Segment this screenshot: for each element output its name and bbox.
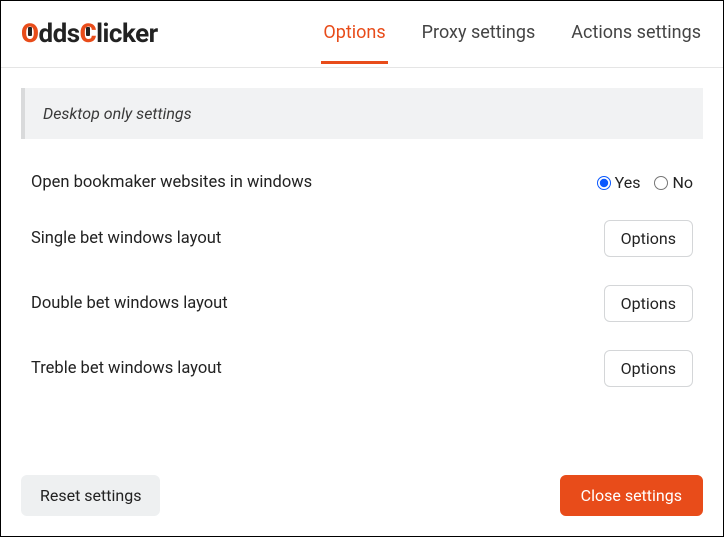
row-single-bet-layout: Single bet windows layout Options bbox=[21, 206, 703, 271]
close-settings-button[interactable]: Close settings bbox=[560, 475, 703, 516]
tab-bar: Options Proxy settings Actions settings bbox=[321, 22, 703, 64]
row-treble-bet-layout: Treble bet windows layout Options bbox=[21, 336, 703, 401]
tab-options[interactable]: Options bbox=[321, 22, 387, 64]
section-title: Desktop only settings bbox=[21, 88, 703, 139]
logo-letter-c: C bbox=[80, 19, 97, 49]
row-label: Open bookmaker websites in windows bbox=[31, 173, 312, 192]
logo-letter-o: O bbox=[21, 19, 38, 49]
radio-yes-label[interactable]: Yes bbox=[597, 173, 641, 192]
single-bet-options-button[interactable]: Options bbox=[604, 220, 693, 257]
double-bet-options-button[interactable]: Options bbox=[604, 285, 693, 322]
row-label: Single bet windows layout bbox=[31, 229, 221, 248]
radio-no[interactable] bbox=[654, 176, 668, 190]
row-label: Double bet windows layout bbox=[31, 294, 228, 313]
row-label: Treble bet windows layout bbox=[31, 359, 222, 378]
footer: Reset settings Close settings bbox=[21, 475, 703, 516]
treble-bet-options-button[interactable]: Options bbox=[604, 350, 693, 387]
radio-yes[interactable] bbox=[597, 176, 611, 190]
header: OddsClicker Options Proxy settings Actio… bbox=[1, 1, 723, 68]
tab-proxy-settings[interactable]: Proxy settings bbox=[420, 22, 538, 64]
radio-group-open-in-windows: Yes No bbox=[597, 173, 693, 192]
app-logo: OddsClicker bbox=[21, 19, 158, 67]
tab-actions-settings[interactable]: Actions settings bbox=[569, 22, 703, 64]
row-double-bet-layout: Double bet windows layout Options bbox=[21, 271, 703, 336]
reset-settings-button[interactable]: Reset settings bbox=[21, 475, 160, 516]
radio-no-label[interactable]: No bbox=[654, 173, 693, 192]
content-area: Desktop only settings Open bookmaker web… bbox=[1, 68, 723, 401]
row-open-in-windows: Open bookmaker websites in windows Yes N… bbox=[21, 159, 703, 206]
